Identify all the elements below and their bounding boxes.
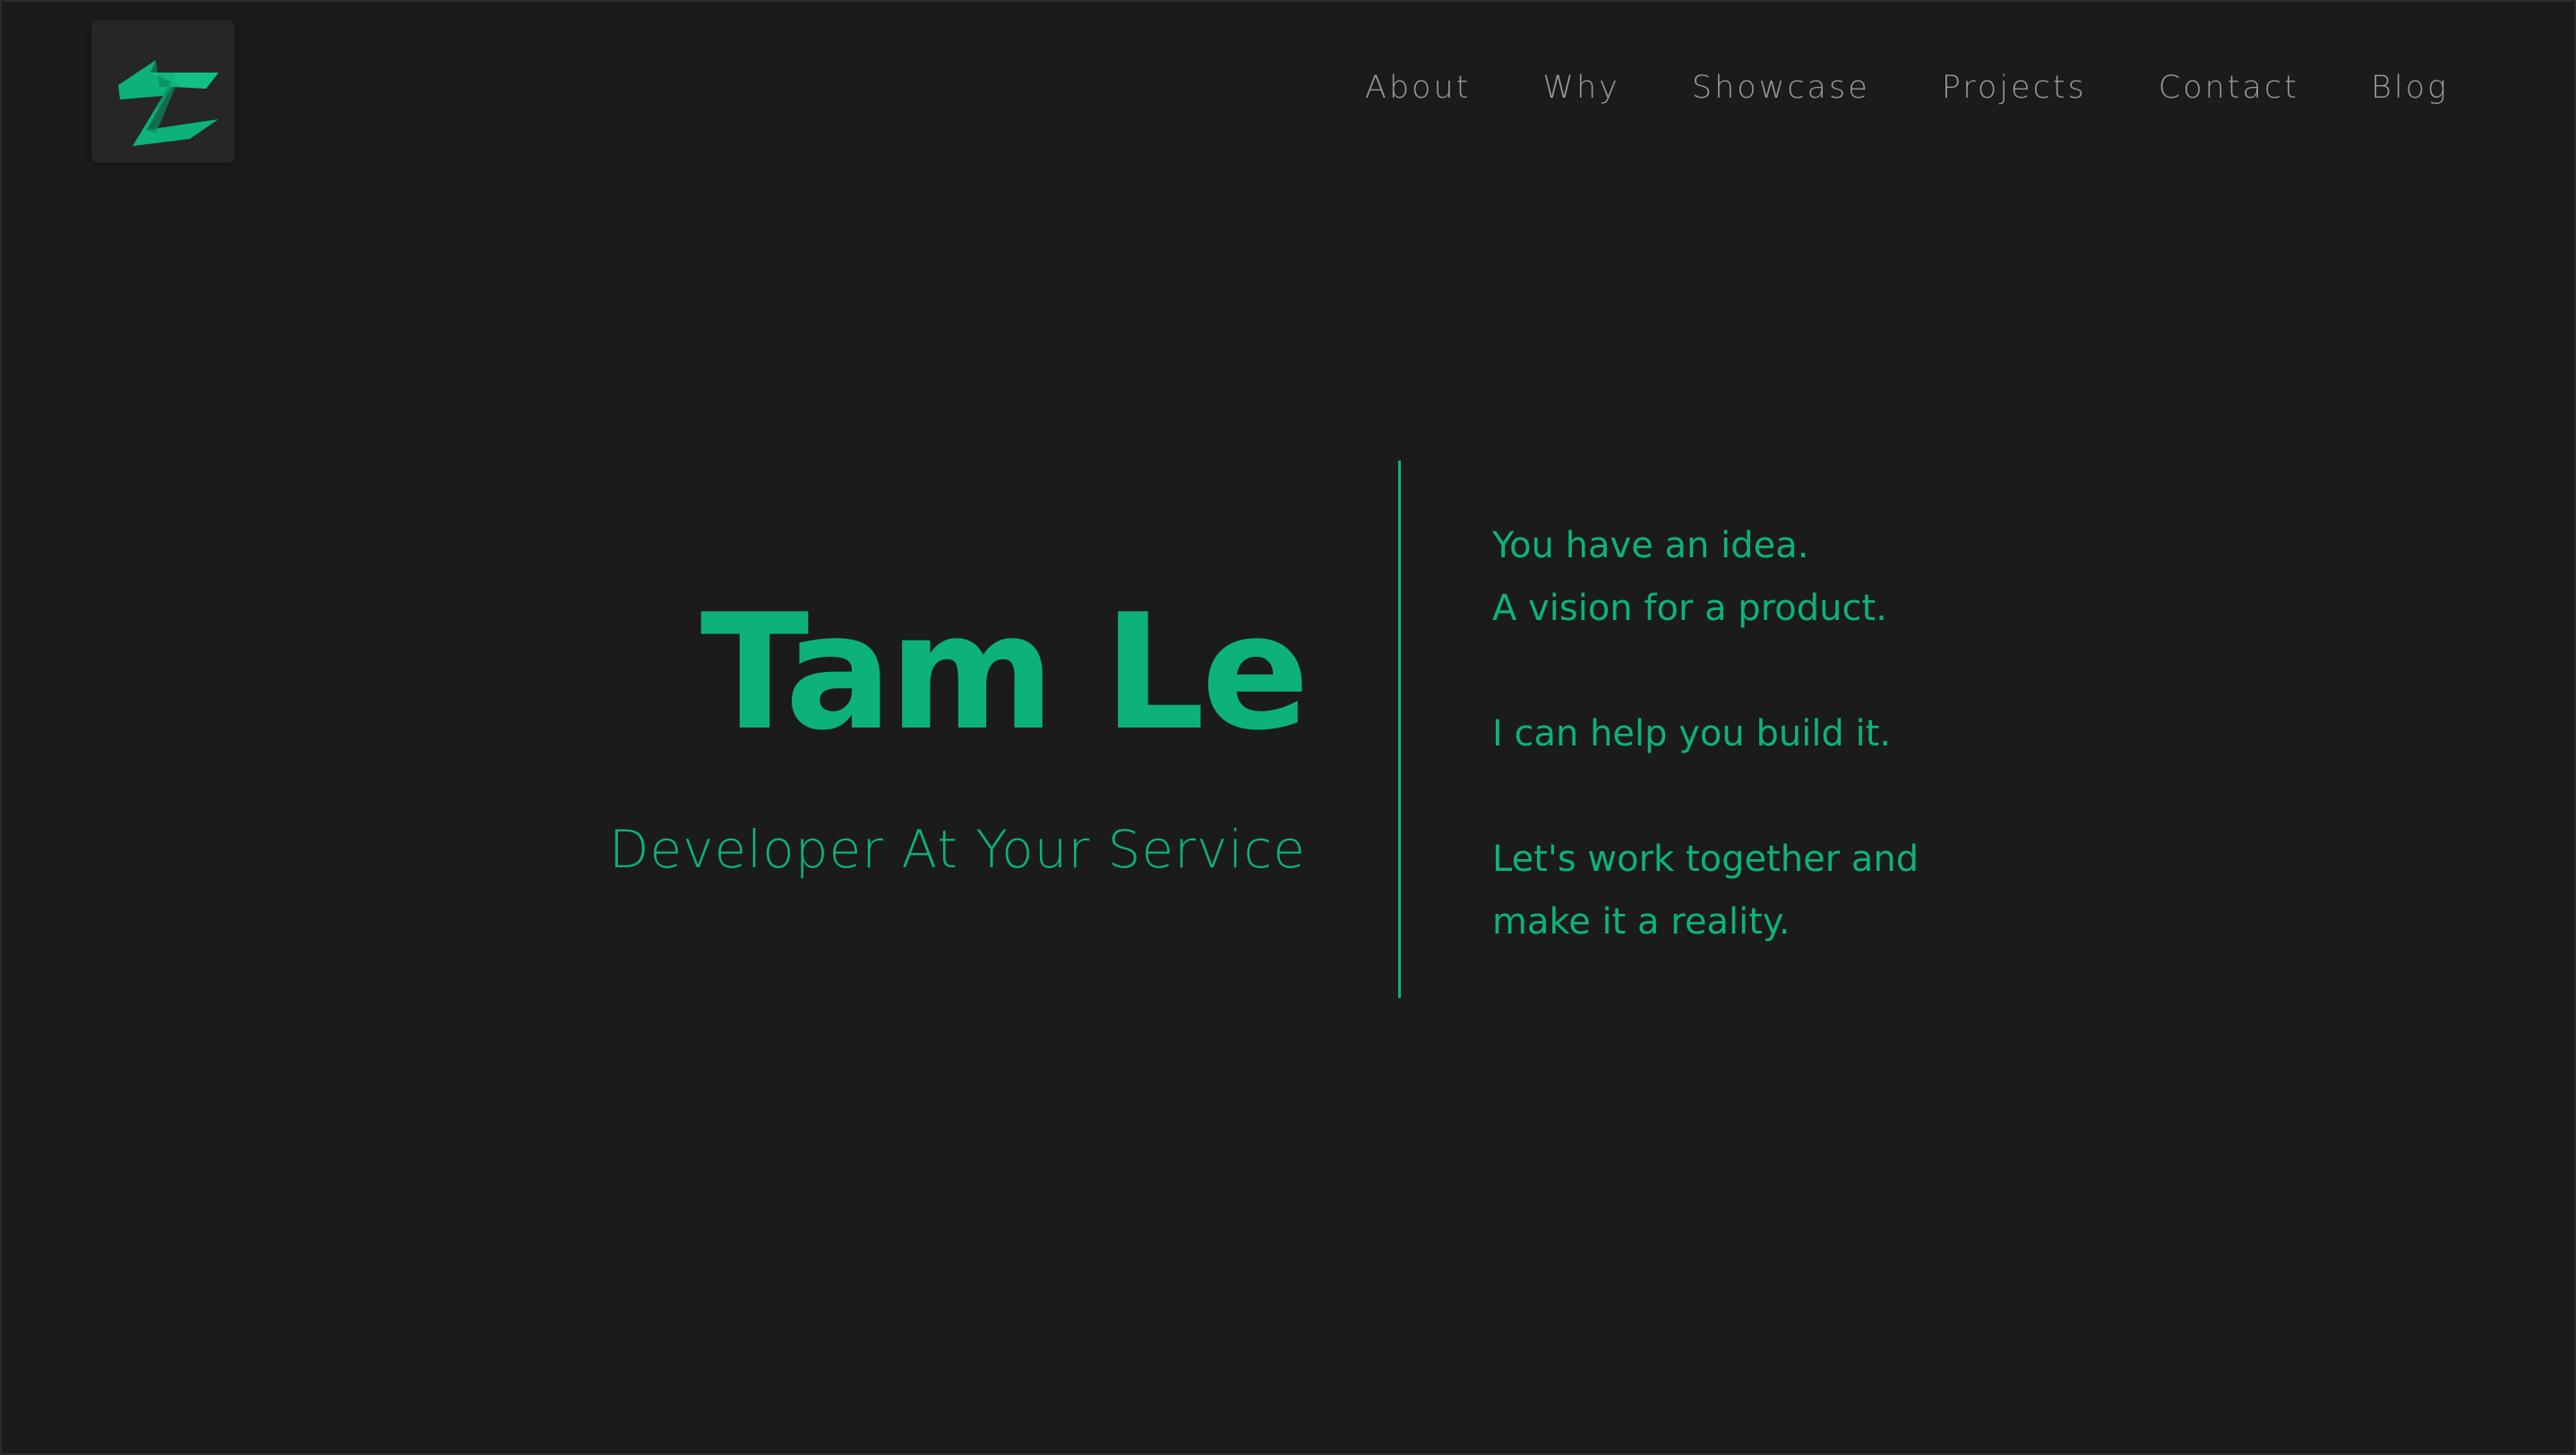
page: About Why Showcase Projects Contact Blog… xyxy=(0,0,2576,1455)
nav-link-why[interactable]: Why xyxy=(1542,70,1620,106)
hero-pitch: You have an idea. A vision for a product… xyxy=(1492,514,1919,953)
pitch-paragraph-together: Let's work together and make it a realit… xyxy=(1492,828,1919,953)
pitch-line: Let's work together and xyxy=(1492,839,1919,880)
nav-link-showcase[interactable]: Showcase xyxy=(1692,70,1870,106)
logo[interactable] xyxy=(91,20,235,163)
nav-link-about[interactable]: About xyxy=(1365,70,1471,106)
pitch-line: A vision for a product. xyxy=(1492,588,1887,629)
nav-link-projects[interactable]: Projects xyxy=(1942,70,2087,106)
hero-name: Tam Le xyxy=(700,580,1309,765)
vertical-divider xyxy=(1398,461,1401,998)
main-nav: About Why Showcase Projects Contact Blog xyxy=(1365,70,2449,106)
lightning-logo-icon xyxy=(118,60,219,146)
pitch-line: I can help you build it. xyxy=(1492,713,1892,754)
pitch-paragraph-help: I can help you build it. xyxy=(1492,702,1919,765)
pitch-paragraph-idea: You have an idea. A vision for a product… xyxy=(1492,514,1919,640)
pitch-line: make it a reality. xyxy=(1492,901,1790,943)
nav-link-contact[interactable]: Contact xyxy=(2159,70,2299,106)
hero-heading-block: Tam Le Developer At Your Service xyxy=(608,580,1309,881)
hero-tagline: Developer At Your Service xyxy=(608,819,1306,880)
nav-link-blog[interactable]: Blog xyxy=(2371,70,2449,106)
pitch-line: You have an idea. xyxy=(1492,525,1809,566)
